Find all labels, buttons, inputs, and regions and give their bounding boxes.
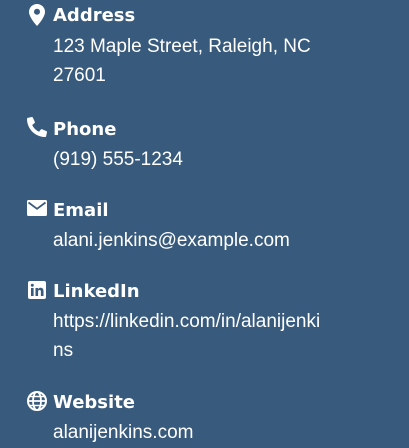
address-label: Address <box>53 5 136 26</box>
envelope-icon <box>26 197 48 219</box>
contact-item-phone: Phone (919) 555-1234 <box>0 112 409 182</box>
contact-item-linkedin: LinkedIn https://linkedin.com/in/alanije… <box>0 276 409 376</box>
address-value-line2: 27601 <box>53 65 106 86</box>
contact-item-email: Email alani.jenkins@example.com <box>0 194 409 264</box>
globe-icon <box>26 390 48 412</box>
email-value[interactable]: alani.jenkins@example.com <box>53 226 403 255</box>
contact-item-address: Address 123 Maple Street, Raleigh, NC 27… <box>0 0 409 100</box>
linkedin-label: LinkedIn <box>53 281 140 302</box>
phone-icon <box>26 116 48 138</box>
linkedin-value-line2[interactable]: ns <box>53 336 403 365</box>
phone-label: Phone <box>53 119 117 140</box>
linkedin-value-line1[interactable]: https://linkedin.com/in/alanijenki <box>53 307 403 336</box>
website-value[interactable]: alanijenkins.com <box>53 418 403 447</box>
linkedin-icon <box>26 279 48 301</box>
address-value-line1: 123 Maple Street, Raleigh, NC <box>53 36 311 57</box>
email-label: Email <box>53 200 109 221</box>
contact-item-website: Website alanijenkins.com <box>0 386 409 448</box>
website-label: Website <box>53 392 136 413</box>
phone-value: (919) 555-1234 <box>53 149 183 170</box>
map-pin-icon <box>26 4 48 26</box>
